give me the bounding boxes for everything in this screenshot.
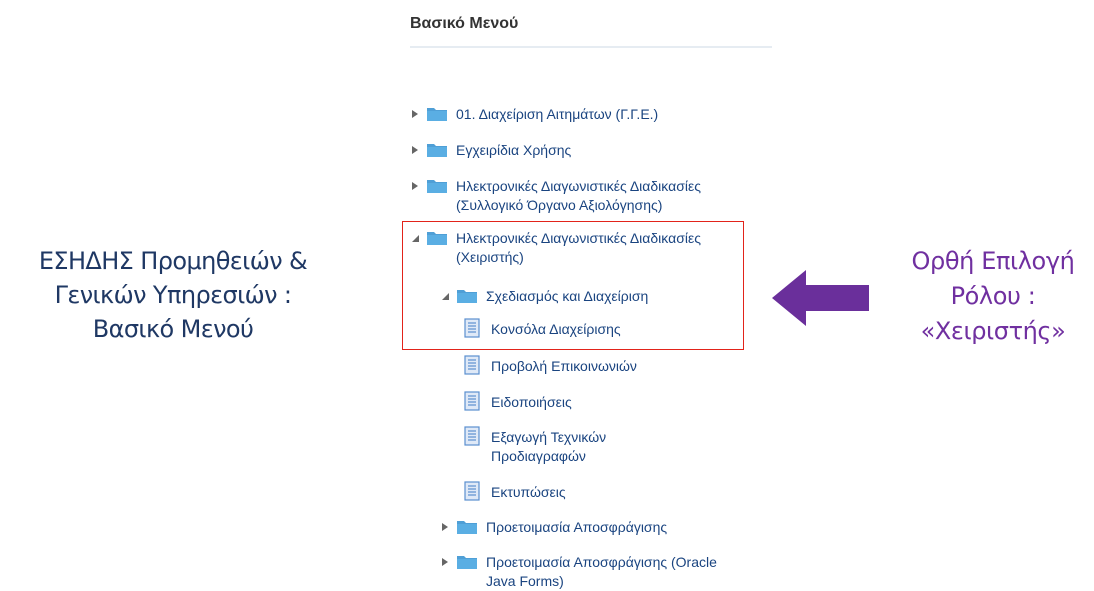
menu-item-label[interactable]: Προετοιμασία Αποσφράγισης (Oracle Java Fo… (486, 553, 717, 591)
left-caption-line-1: ΕΣΗΔΗΣ Προμηθειών & (38, 247, 308, 275)
folder-icon (457, 521, 477, 534)
menu-item-label-line: Εγχειρίδια Χρήσης (456, 142, 572, 158)
right-caption-line-3: «Χειριστής» (920, 317, 1066, 345)
folder-icon (427, 144, 447, 157)
collapsed-triangle-icon[interactable] (410, 181, 420, 191)
menu-item-label[interactable]: Προβολή Επικοινωνιών (491, 357, 637, 376)
collapsed-triangle-icon[interactable] (440, 522, 450, 532)
menu-item-label-line: 01. Διαχείριση Αιτημάτων (Γ.Γ.Ε.) (456, 106, 659, 122)
menu-item-label-line: Προετοιμασία Αποσφράγισης (Oracle (486, 554, 717, 570)
menu-divider (410, 46, 772, 48)
folder-icon (427, 108, 447, 121)
left-caption-line-3: Βασικό Μενού (92, 315, 254, 343)
menu-item-label-line: Ειδοποιήσεις (491, 394, 572, 410)
collapsed-triangle-icon[interactable] (440, 557, 450, 567)
menu-item-label[interactable]: Προετοιμασία Αποσφράγισης (486, 518, 667, 537)
menu-item-label[interactable]: Εξαγωγή Τεχνικών Προδιαγραφών (491, 428, 606, 466)
page-icon (464, 481, 480, 501)
menu-item-label[interactable]: Εκτυπώσεις (491, 483, 566, 502)
right-caption: Ορθή Επιλογή Ρόλου : «Χειριστής» (888, 244, 1094, 349)
menu-item-label[interactable]: Ειδοποιήσεις (491, 393, 572, 412)
highlight-box (402, 221, 744, 350)
left-caption: ΕΣΗΔΗΣ Προμηθειών & Γενικών Υπηρεσιών : … (8, 244, 338, 346)
left-caption-line-2: Γενικών Υπηρεσιών : (54, 281, 292, 309)
menu-item-label[interactable]: 01. Διαχείριση Αιτημάτων (Γ.Γ.Ε.) (456, 105, 658, 124)
menu-item-label-line: Προετοιμασία Αποσφράγισης (486, 519, 668, 535)
right-caption-line-2: Ρόλου : (950, 282, 1036, 310)
menu-item-label-line: Προδιαγραφών (491, 448, 586, 464)
menu-item-label-line: Java Forms) (486, 573, 564, 589)
folder-icon (457, 556, 477, 569)
left-arrow-icon (772, 270, 869, 326)
menu-item-label-line: Ηλεκτρονικές Διαγωνιστικές Διαδικασίες (456, 178, 701, 194)
menu-item-label-line: Εκτυπώσεις (491, 484, 566, 500)
collapsed-triangle-icon[interactable] (410, 109, 420, 119)
page-icon (464, 391, 480, 411)
collapsed-triangle-icon[interactable] (410, 145, 420, 155)
page-icon (464, 426, 480, 446)
folder-icon (427, 180, 447, 193)
page-icon (464, 355, 480, 375)
menu-title: Βασικό Μενού (410, 15, 519, 32)
menu-item-label[interactable]: Ηλεκτρονικές Διαγωνιστικές Διαδικασίες (Σ… (456, 177, 701, 215)
menu-item-label[interactable]: Εγχειρίδια Χρήσης (456, 141, 571, 160)
menu-item-label-line: Εξαγωγή Τεχνικών (491, 429, 607, 445)
menu-item-label-line: Προβολή Επικοινωνιών (491, 358, 637, 374)
menu-item-label-line: (Συλλογικό Όργανο Αξιολόγησης) (456, 197, 663, 213)
right-caption-line-1: Ορθή Επιλογή (911, 247, 1075, 275)
